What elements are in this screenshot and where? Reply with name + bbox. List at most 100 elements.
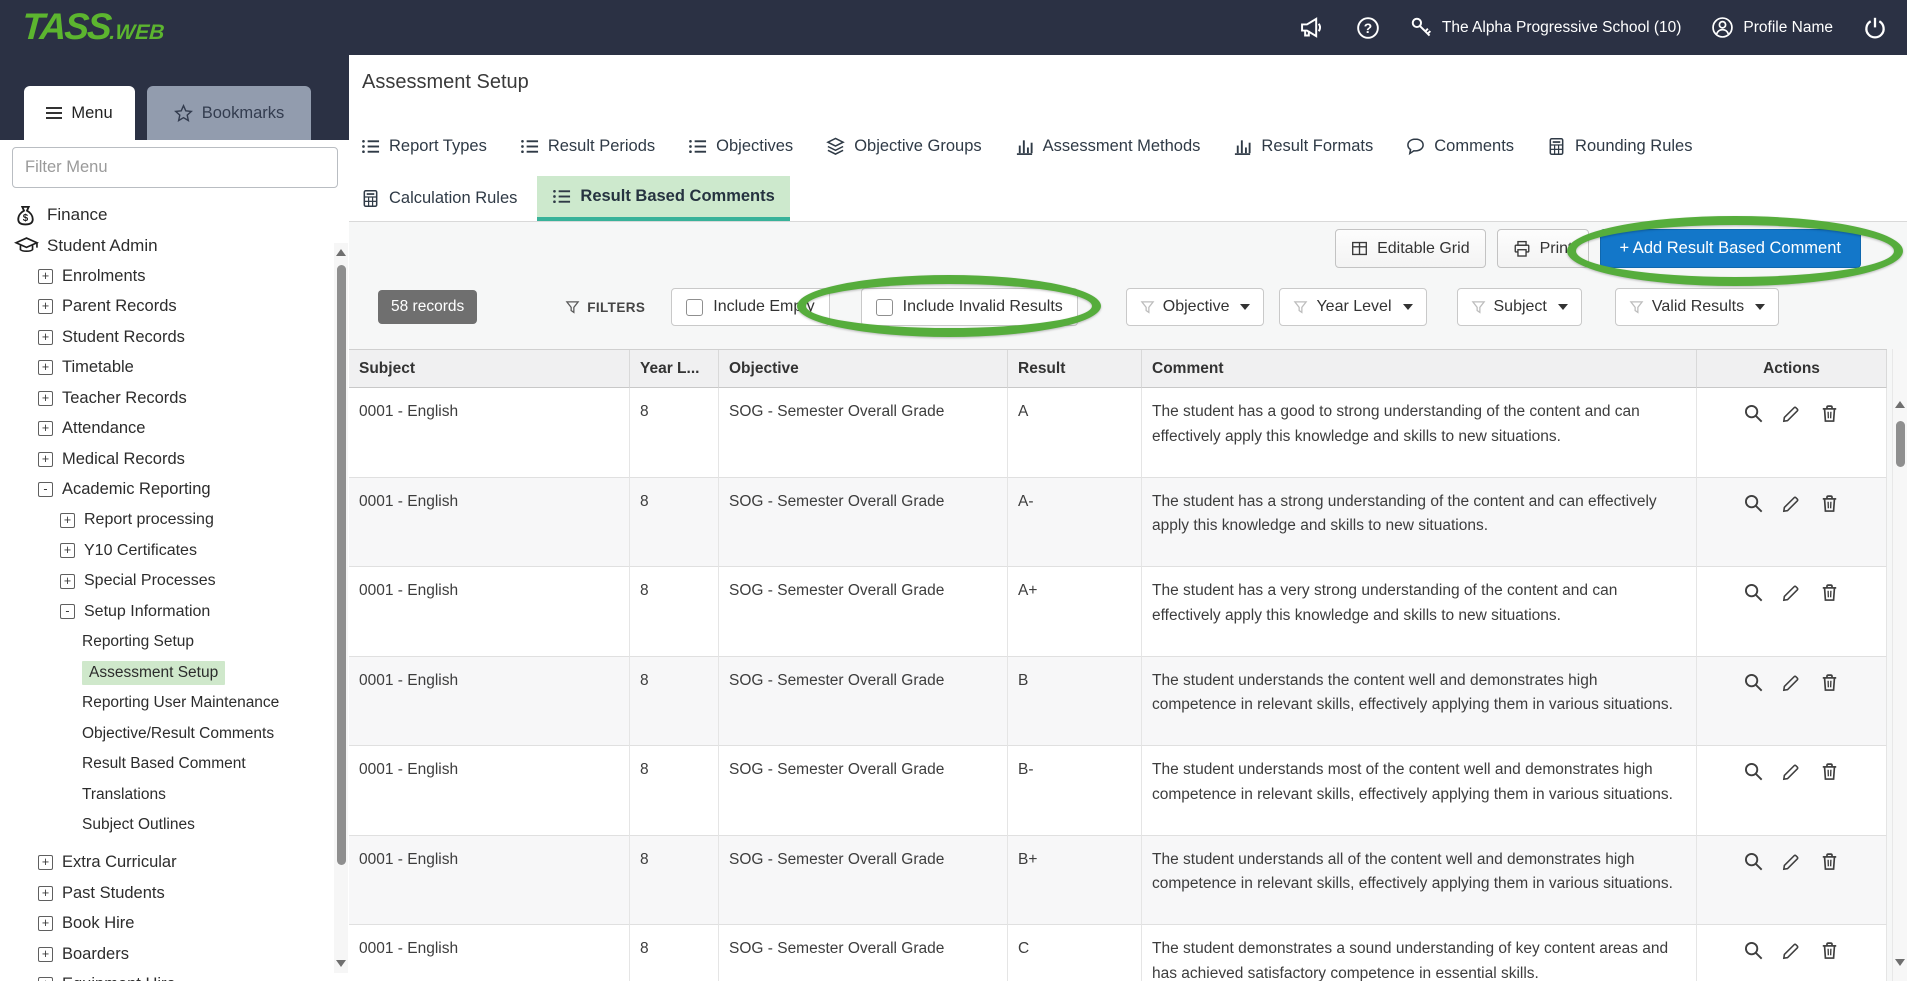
sidebar-item-medical-records[interactable]: + Medical Records bbox=[0, 444, 330, 475]
print-button[interactable]: Print bbox=[1497, 229, 1589, 268]
sidebar-item-attendance[interactable]: + Attendance bbox=[0, 414, 330, 445]
sidebar-item-assessment-setup-active[interactable]: Assessment Setup bbox=[0, 658, 330, 689]
view-magnifier-icon[interactable] bbox=[1743, 403, 1764, 424]
scroll-down-arrow-icon[interactable] bbox=[1895, 959, 1905, 966]
tab-rounding-rules[interactable]: Rounding Rules bbox=[1547, 137, 1692, 156]
column-header-comment[interactable]: Comment bbox=[1142, 350, 1697, 388]
column-header-result[interactable]: Result bbox=[1008, 350, 1142, 388]
table-scrollbar[interactable] bbox=[1892, 349, 1907, 981]
expand-plus-icon[interactable]: + bbox=[38, 391, 53, 406]
sidebar-item-subject-outlines[interactable]: Subject Outlines bbox=[0, 810, 330, 841]
checkbox-icon[interactable] bbox=[876, 299, 893, 316]
sidebar-item-student-records[interactable]: + Student Records bbox=[0, 322, 330, 353]
sidebar-item-finance[interactable]: Finance bbox=[0, 200, 330, 231]
sidebar-scrollbar[interactable] bbox=[334, 243, 348, 973]
collapse-minus-icon[interactable]: - bbox=[60, 604, 75, 619]
sidebar-item-translations[interactable]: Translations bbox=[0, 780, 330, 811]
delete-trash-icon[interactable] bbox=[1819, 851, 1840, 872]
scroll-up-arrow-icon[interactable] bbox=[336, 249, 346, 256]
expand-plus-icon[interactable]: + bbox=[38, 299, 53, 314]
add-result-based-comment-button[interactable]: + Add Result Based Comment bbox=[1600, 229, 1862, 268]
editable-grid-button[interactable]: Editable Grid bbox=[1335, 229, 1486, 268]
tab-result-based-comments-active[interactable]: Result Based Comments bbox=[537, 176, 789, 221]
sidebar-scrollbar-thumb[interactable] bbox=[337, 265, 346, 865]
sidebar-item-equipment-hire[interactable]: + Equipment Hire bbox=[0, 970, 330, 981]
edit-pencil-icon[interactable] bbox=[1781, 493, 1802, 514]
view-magnifier-icon[interactable] bbox=[1743, 582, 1764, 603]
tass-web-logo[interactable]: TASS.WEB bbox=[21, 6, 167, 48]
sidebar-item-teacher-records[interactable]: + Teacher Records bbox=[0, 383, 330, 414]
delete-trash-icon[interactable] bbox=[1819, 403, 1840, 424]
objective-filter-dropdown[interactable]: Objective bbox=[1126, 288, 1265, 326]
include-invalid-results-checkbox[interactable]: Include Invalid Results bbox=[861, 288, 1078, 326]
edit-pencil-icon[interactable] bbox=[1781, 582, 1802, 603]
column-header-year-level[interactable]: Year L... bbox=[630, 350, 719, 388]
expand-plus-icon[interactable]: + bbox=[38, 330, 53, 345]
sidebar-item-boarders[interactable]: + Boarders bbox=[0, 939, 330, 970]
delete-trash-icon[interactable] bbox=[1819, 493, 1840, 514]
expand-plus-icon[interactable]: + bbox=[38, 269, 53, 284]
expand-plus-icon[interactable]: + bbox=[60, 574, 75, 589]
sidebar-item-setup-information[interactable]: - Setup Information bbox=[0, 597, 330, 628]
sidebar-item-academic-reporting[interactable]: - Academic Reporting bbox=[0, 475, 330, 506]
expand-plus-icon[interactable]: + bbox=[60, 513, 75, 528]
subject-filter-dropdown[interactable]: Subject bbox=[1457, 288, 1582, 326]
sidebar-item-past-students[interactable]: + Past Students bbox=[0, 878, 330, 909]
expand-plus-icon[interactable]: + bbox=[38, 421, 53, 436]
sidebar-item-result-based-comment[interactable]: Result Based Comment bbox=[0, 749, 330, 780]
include-empty-checkbox[interactable]: Include Empty bbox=[671, 288, 829, 326]
sidebar-item-timetable[interactable]: + Timetable bbox=[0, 353, 330, 384]
view-magnifier-icon[interactable] bbox=[1743, 761, 1764, 782]
expand-plus-icon[interactable]: + bbox=[38, 977, 53, 981]
profile-menu[interactable]: Profile Name bbox=[1711, 16, 1833, 39]
menu-tab[interactable]: Menu bbox=[24, 86, 135, 140]
edit-pencil-icon[interactable] bbox=[1781, 403, 1802, 424]
delete-trash-icon[interactable] bbox=[1819, 761, 1840, 782]
view-magnifier-icon[interactable] bbox=[1743, 672, 1764, 693]
edit-pencil-icon[interactable] bbox=[1781, 940, 1802, 961]
edit-pencil-icon[interactable] bbox=[1781, 672, 1802, 693]
sidebar-item-book-hire[interactable]: + Book Hire bbox=[0, 909, 330, 940]
sidebar-item-parent-records[interactable]: + Parent Records bbox=[0, 292, 330, 323]
school-selector[interactable]: The Alpha Progressive School (10) bbox=[1410, 16, 1682, 39]
scroll-up-arrow-icon[interactable] bbox=[1895, 401, 1905, 408]
column-header-subject[interactable]: Subject bbox=[349, 350, 630, 388]
sidebar-item-y10-certificates[interactable]: + Y10 Certificates bbox=[0, 536, 330, 567]
expand-plus-icon[interactable]: + bbox=[38, 855, 53, 870]
sidebar-item-report-processing[interactable]: + Report processing bbox=[0, 505, 330, 536]
tab-calculation-rules[interactable]: Calculation Rules bbox=[361, 189, 517, 208]
sidebar-item-reporting-user-maintenance[interactable]: Reporting User Maintenance bbox=[0, 688, 330, 719]
edit-pencil-icon[interactable] bbox=[1781, 761, 1802, 782]
column-header-objective[interactable]: Objective bbox=[719, 350, 1008, 388]
bookmarks-tab[interactable]: Bookmarks bbox=[147, 86, 311, 140]
expand-plus-icon[interactable]: + bbox=[38, 886, 53, 901]
view-magnifier-icon[interactable] bbox=[1743, 493, 1764, 514]
sidebar-item-enrolments[interactable]: + Enrolments bbox=[0, 261, 330, 292]
sidebar-item-extra-curricular[interactable]: + Extra Curricular bbox=[0, 848, 330, 879]
tab-result-periods[interactable]: Result Periods bbox=[520, 137, 655, 156]
delete-trash-icon[interactable] bbox=[1819, 582, 1840, 603]
expand-plus-icon[interactable]: + bbox=[60, 543, 75, 558]
sidebar-item-student-admin[interactable]: Student Admin bbox=[0, 231, 330, 262]
expand-plus-icon[interactable]: + bbox=[38, 947, 53, 962]
tab-objective-groups[interactable]: Objective Groups bbox=[826, 137, 981, 156]
year-level-filter-dropdown[interactable]: Year Level bbox=[1279, 288, 1426, 326]
sidebar-item-special-processes[interactable]: + Special Processes bbox=[0, 566, 330, 597]
table-scrollbar-thumb[interactable] bbox=[1896, 421, 1905, 467]
valid-results-filter-dropdown[interactable]: Valid Results bbox=[1615, 288, 1779, 326]
tab-comments[interactable]: Comments bbox=[1406, 137, 1514, 156]
sidebar-item-reporting-setup[interactable]: Reporting Setup bbox=[0, 627, 330, 658]
expand-plus-icon[interactable]: + bbox=[38, 360, 53, 375]
collapse-minus-icon[interactable]: - bbox=[38, 482, 53, 497]
edit-pencil-icon[interactable] bbox=[1781, 851, 1802, 872]
announcements-megaphone-icon[interactable] bbox=[1299, 15, 1326, 40]
tab-objectives[interactable]: Objectives bbox=[688, 137, 793, 156]
delete-trash-icon[interactable] bbox=[1819, 940, 1840, 961]
tab-report-types[interactable]: Report Types bbox=[361, 137, 487, 156]
delete-trash-icon[interactable] bbox=[1819, 672, 1840, 693]
expand-plus-icon[interactable]: + bbox=[38, 452, 53, 467]
tab-assessment-methods[interactable]: Assessment Methods bbox=[1015, 137, 1201, 156]
sidebar-item-objective-result-comments[interactable]: Objective/Result Comments bbox=[0, 719, 330, 750]
expand-plus-icon[interactable]: + bbox=[38, 916, 53, 931]
logout-power-icon[interactable] bbox=[1863, 16, 1887, 40]
